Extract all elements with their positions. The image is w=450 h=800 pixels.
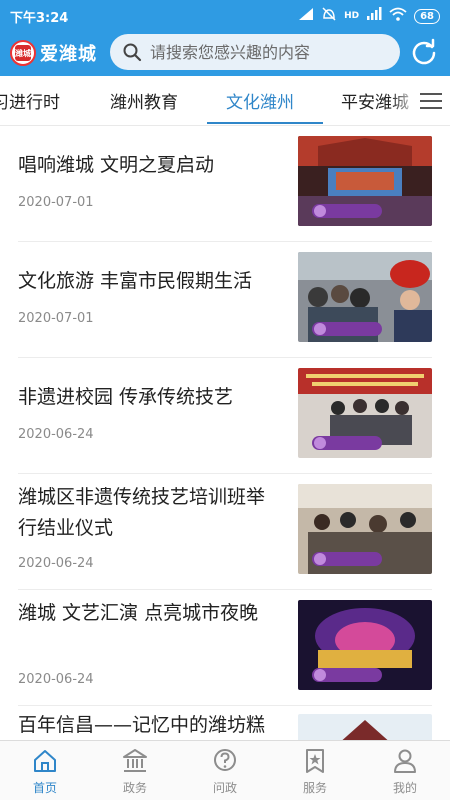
nav-inquiry[interactable]: 问政 — [180, 741, 270, 800]
article-thumbnail — [298, 136, 432, 226]
logo-badge-icon: 潍城 — [10, 40, 36, 66]
article-date: 2020-07-01 — [18, 311, 94, 326]
question-icon — [214, 749, 236, 771]
app-logo[interactable]: 潍城 爱潍城 — [10, 38, 97, 68]
article-thumbnail — [298, 368, 432, 458]
article-item[interactable]: 潍城区非遗传统技艺培训班举行结业仪式 2020-06-24 — [18, 474, 432, 590]
home-icon — [34, 750, 56, 772]
nav-home[interactable]: 首页 — [0, 741, 90, 800]
nav-profile-label: 我的 — [392, 781, 417, 795]
status-icons: HD 68 — [298, 6, 440, 26]
signal-icon — [298, 7, 314, 25]
cell-signal-icon — [366, 7, 382, 25]
search-icon — [123, 43, 142, 62]
article-date: 2020-06-24 — [18, 427, 94, 442]
article-date: 2020-06-24 — [18, 556, 94, 571]
nav-government-label: 政务 — [122, 781, 147, 795]
article-thumbnail — [298, 252, 432, 342]
search-bar[interactable] — [110, 34, 400, 70]
logo-badge-text: 潍城 — [15, 45, 31, 61]
search-input[interactable] — [150, 42, 390, 62]
article-title: 文化旅游 丰富市民假期生活 — [18, 270, 253, 292]
article-item[interactable]: 非遗进校园 传承传统技艺 2020-06-24 — [18, 358, 432, 474]
nav-government[interactable]: 政务 — [90, 741, 180, 800]
tab-culture-weizhou[interactable]: 文化潍州 — [226, 88, 294, 113]
battery-icon: 68 — [414, 8, 440, 24]
article-item[interactable]: 潍城 文艺汇演 点亮城市夜晚 2020-06-24 — [18, 590, 432, 706]
category-tabs: 习进行时 潍州教育 文化潍州 平安潍城 — [0, 76, 450, 126]
tab-weizhou-education[interactable]: 潍州教育 — [110, 88, 178, 113]
nav-service-label: 服务 — [302, 781, 327, 795]
mute-icon — [321, 6, 337, 26]
article-title: 百年信昌——记忆中的潍坊糕 — [18, 714, 266, 736]
article-item[interactable]: 唱响潍城 文明之夏启动 2020-07-01 — [18, 126, 432, 242]
tab-xi-progress[interactable]: 习进行时 — [0, 88, 60, 113]
nav-profile[interactable]: 我的 — [360, 741, 450, 800]
government-icon — [123, 749, 147, 772]
article-list: 唱响潍城 文明之夏启动 2020-07-01 文化旅游 丰富市民假期生活 202… — [0, 126, 450, 740]
logo-text: 爱潍城 — [40, 44, 97, 65]
app-header: 潍城 爱潍城 — [0, 30, 450, 76]
top-bar: 下午3:24 HD 68 潍城 爱潍城 — [0, 0, 450, 76]
refresh-icon[interactable] — [410, 38, 438, 66]
menu-icon[interactable] — [416, 86, 446, 116]
profile-icon — [394, 749, 416, 773]
nav-inquiry-label: 问政 — [212, 781, 237, 795]
article-item[interactable]: 文化旅游 丰富市民假期生活 2020-07-01 — [18, 242, 432, 358]
article-date: 2020-06-24 — [18, 672, 94, 687]
article-thumbnail — [298, 600, 432, 690]
service-icon — [306, 749, 324, 773]
article-thumbnail — [298, 714, 432, 740]
bottom-nav: 首页 政务 问政 服务 我的 — [0, 740, 450, 800]
article-item[interactable]: 百年信昌——记忆中的潍坊糕 — [18, 706, 432, 740]
hd-indicator: HD — [344, 11, 360, 21]
wifi-icon — [389, 7, 407, 25]
nav-home-label: 首页 — [32, 781, 57, 795]
active-tab-indicator — [207, 122, 323, 124]
status-bar: 下午3:24 HD 68 — [0, 0, 450, 30]
article-title: 潍城 文艺汇演 点亮城市夜晚 — [18, 602, 259, 624]
article-title: 唱响潍城 文明之夏启动 — [18, 154, 215, 176]
nav-service[interactable]: 服务 — [270, 741, 360, 800]
article-title: 潍城区非遗传统技艺培训班举行结业仪式 — [18, 486, 266, 539]
article-thumbnail — [298, 484, 432, 574]
article-title: 非遗进校园 传承传统技艺 — [18, 386, 234, 408]
article-date: 2020-07-01 — [18, 195, 94, 210]
status-time: 下午3:24 — [10, 11, 69, 26]
